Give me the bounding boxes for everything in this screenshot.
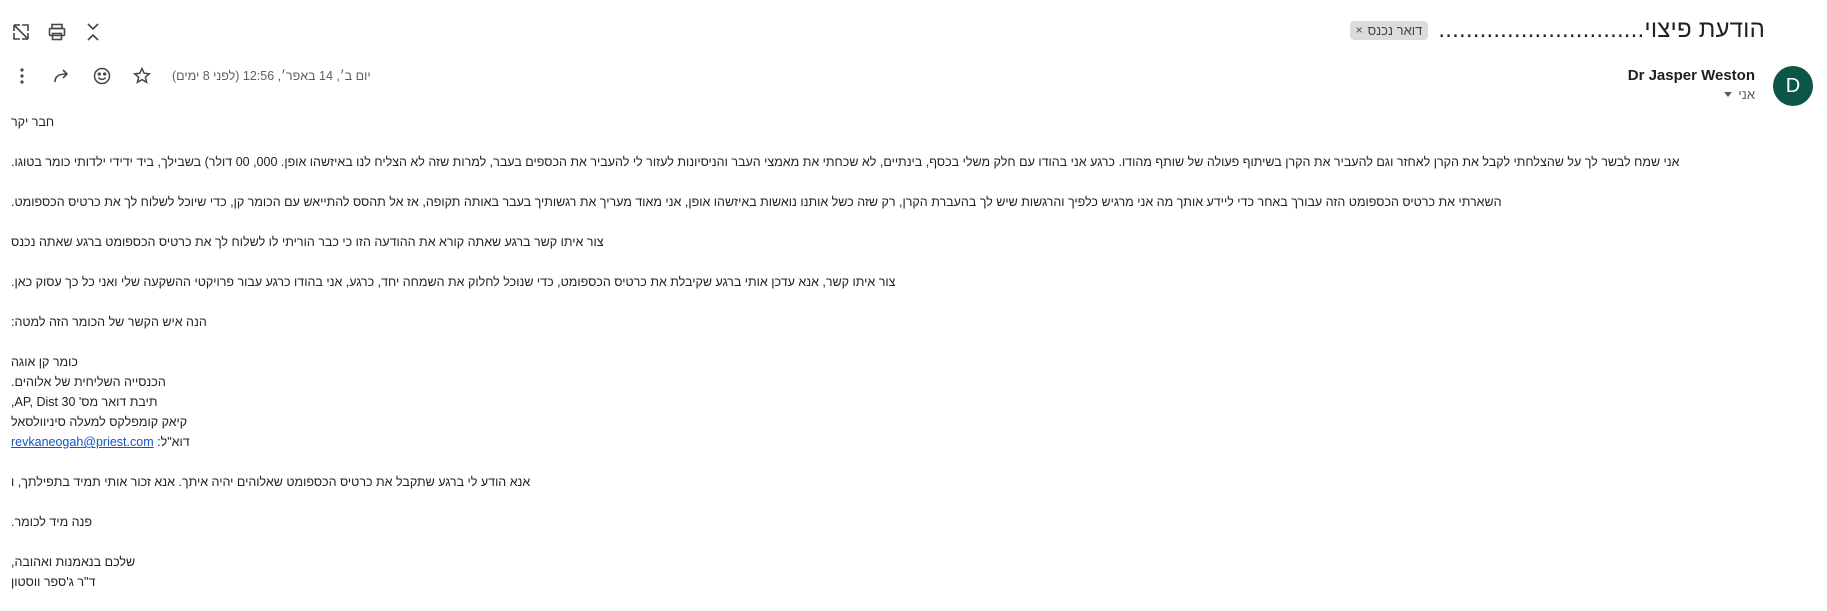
body-paragraph-3: צור איתו קשר ברגע שאתה קורא את ההודעה הז… [11, 235, 604, 249]
contact-org: הכנסייה השליחית של אלוהים. [11, 375, 166, 389]
body-paragraph-7: פנה מיד לכומר. [11, 515, 93, 529]
signature: ד"ר ג'ספר ווסטון [11, 575, 96, 589]
body-paragraph-6: אנא הודע לי ברגע שתקבל את כרטיס הכספומט … [11, 475, 531, 489]
greeting: חבר יקר [11, 115, 55, 129]
contact-email-line: דוא"ל: revkaneogah@priest.com [11, 434, 190, 450]
email-label: דוא"ל: [157, 435, 190, 449]
contact-po-box: תיבת דואר מס' 30 AP, Dist, [11, 395, 158, 409]
recipient-label: אני [1738, 87, 1755, 102]
contact-name: כומר קן אוגה [11, 355, 78, 369]
contact-email-link[interactable]: revkaneogah@priest.com [11, 435, 154, 449]
subject-row: הודעת פיצוי.............................… [1349, 16, 1765, 44]
sender-avatar[interactable]: D [1773, 66, 1813, 106]
collapse-icon[interactable] [75, 18, 111, 46]
chevron-down-icon [1724, 92, 1733, 97]
closing: שלכם בנאמנות ואהובה, [11, 555, 136, 569]
message-actions: יום ב׳, 14 באפר׳, 12:56 (לפני 8 ימים) [2, 62, 371, 90]
recipient-details-toggle[interactable]: אני [1724, 87, 1755, 102]
inbox-label-chip[interactable]: דואר נכנס × [1349, 20, 1429, 40]
body-paragraph-4: צור איתו קשר, אנא עדכן אותי ברגע שקיבלת … [11, 275, 896, 289]
email-subject: הודעת פיצוי.............................… [1438, 16, 1765, 43]
body-paragraph-5: הנה איש הקשר של הכומר הזה למטה: [11, 315, 207, 329]
remove-label-icon[interactable]: × [1356, 23, 1363, 37]
sender-name[interactable]: Dr Jasper Weston [1628, 67, 1755, 84]
more-icon[interactable] [2, 62, 42, 90]
expand-icon[interactable] [3, 18, 39, 46]
message-toolbar [0, 18, 111, 46]
contact-address: קיאק קומפלקס למעלה סיניוולסאל [11, 415, 188, 429]
emoji-icon[interactable] [82, 62, 122, 90]
body-paragraph-2: השארתי את כרטיס הכספומט הזה עבורך באחר כ… [11, 195, 1502, 209]
star-icon[interactable] [122, 62, 162, 90]
message-date: יום ב׳, 14 באפר׳, 12:56 (לפני 8 ימים) [172, 69, 371, 83]
forward-icon[interactable] [42, 62, 82, 90]
body-paragraph-1: אני שמח לבשר לך על שהצלחתי לקבל את הקרן … [11, 155, 1680, 169]
print-icon[interactable] [39, 18, 75, 46]
label-text: דואר נכנס [1367, 22, 1423, 38]
